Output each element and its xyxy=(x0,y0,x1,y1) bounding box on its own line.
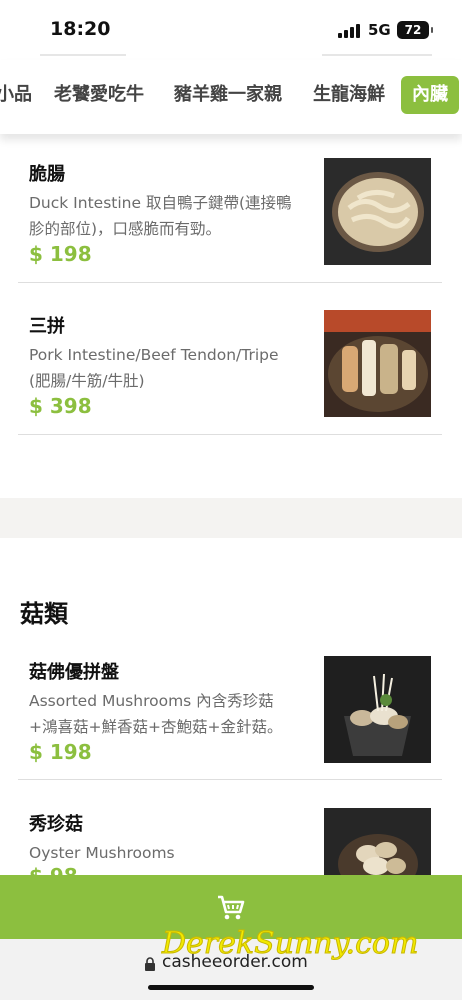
item-name: 三拼 xyxy=(29,316,65,337)
mushroom-platter-image[interactable] xyxy=(324,656,431,763)
battery-icon: 72 xyxy=(397,21,433,39)
tab-snacks[interactable]: 小品 xyxy=(0,76,32,114)
tab-offal[interactable]: 內臟 xyxy=(401,76,459,114)
offal-platter-image[interactable] xyxy=(324,310,431,417)
item-price: $ 198 xyxy=(29,242,92,266)
menu-item[interactable]: 三拼 Pork Intestine/Beef Tendon/Tripe (肥腸/… xyxy=(18,310,442,435)
divider xyxy=(40,54,126,56)
item-name: 秀珍菇 xyxy=(29,814,83,835)
item-price: $ 398 xyxy=(29,394,92,418)
menu-item[interactable]: 脆腸 Duck Intestine 取自鴨子鍵帶(連接鴨胗的部位)，口感脆而有勁… xyxy=(18,158,442,283)
item-description: Oyster Mushrooms xyxy=(29,844,175,862)
watermark: DerekSunny.com xyxy=(161,926,419,962)
section-divider xyxy=(0,498,462,538)
item-name: 脆腸 xyxy=(29,164,65,185)
item-description: Pork Intestine/Beef Tendon/Tripe (肥腸/牛筋/… xyxy=(29,346,279,390)
network-type: 5G xyxy=(368,21,391,39)
section-title: 菇類 xyxy=(20,600,68,628)
signal-icon xyxy=(338,24,360,38)
tab-pork-lamb-chicken[interactable]: 豬羊雞一家親 xyxy=(174,76,282,114)
item-description: Assorted Mushrooms 內含秀珍菇+鴻喜菇+鮮香菇+杏鮑菇+金針菇… xyxy=(29,692,283,736)
divider xyxy=(322,54,432,56)
item-description: Duck Intestine 取自鴨子鍵帶(連接鴨胗的部位)，口感脆而有勁。 xyxy=(29,194,292,238)
duck-intestine-image[interactable] xyxy=(324,158,431,265)
status-time: 18:20 xyxy=(50,18,111,40)
status-bar: 18:20 5G 72 xyxy=(0,0,462,60)
item-name: 菇佛優拼盤 xyxy=(29,662,119,683)
menu-item[interactable]: 菇佛優拼盤 Assorted Mushrooms 內含秀珍菇+鴻喜菇+鮮香菇+杏… xyxy=(18,656,442,780)
tab-seafood[interactable]: 生龍海鮮 xyxy=(313,76,385,114)
lock-icon xyxy=(145,957,155,971)
cart-icon[interactable] xyxy=(216,894,246,922)
category-tabs: 小品 老饕愛吃牛 豬羊雞一家親 生龍海鮮 內臟 xyxy=(0,60,462,134)
item-price: $ 198 xyxy=(29,740,92,764)
home-indicator[interactable] xyxy=(148,985,314,990)
tab-beef[interactable]: 老饕愛吃牛 xyxy=(54,76,144,114)
